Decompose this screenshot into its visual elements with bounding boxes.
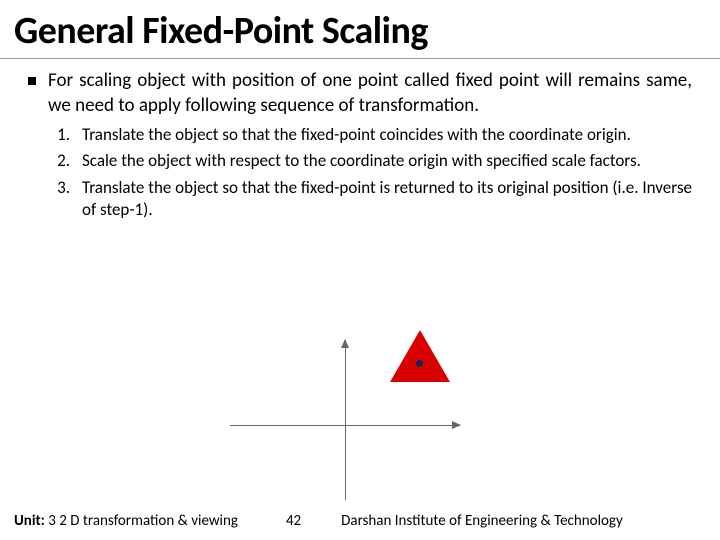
slide-footer: Unit: 3 2 D transformation & viewing 42 … (0, 506, 720, 540)
slide-content: For scaling object with position of one … (0, 59, 720, 221)
slide-title: General Fixed-Point Scaling (0, 0, 720, 59)
bullet-text: For scaling object with position of one … (48, 69, 692, 118)
page-number: 42 (286, 512, 301, 530)
list-item: 1. Translate the object so that the fixe… (54, 124, 692, 146)
bullet-item: For scaling object with position of one … (28, 69, 692, 118)
unit-label: Unit: 3 2 D transformation & viewing (14, 512, 238, 530)
triangle-icon (390, 330, 450, 382)
list-number: 3. (54, 177, 82, 198)
bullet-square-icon (28, 77, 36, 85)
institute-name: Darshan Institute of Engineering & Techn… (341, 512, 623, 530)
axes-diagram (230, 340, 490, 510)
list-number: 1. (54, 124, 82, 145)
list-text: Scale the object with respect to the coo… (82, 150, 692, 172)
fixed-point-dot-icon (416, 360, 423, 367)
list-number: 2. (54, 150, 82, 171)
list-item: 2. Scale the object with respect to the … (54, 150, 692, 172)
list-item: 3. Translate the object so that the fixe… (54, 177, 692, 221)
y-axis-icon (345, 340, 346, 500)
list-text: Translate the object so that the fixed-p… (82, 124, 692, 146)
list-text: Translate the object so that the fixed-p… (82, 177, 692, 221)
numbered-list: 1. Translate the object so that the fixe… (54, 124, 692, 220)
